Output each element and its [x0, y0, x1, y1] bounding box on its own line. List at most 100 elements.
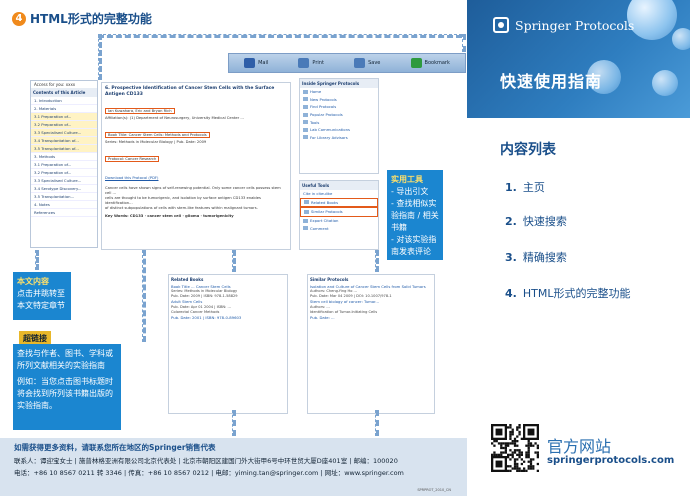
tools-line-1: - 导出引文 [391, 187, 429, 196]
tool-icon [304, 209, 309, 214]
footer-line-1: 如需获得更多资料，请联系您所在地区的Springer销售代表 [14, 443, 216, 452]
contents-item[interactable]: 3.1 Preparation of... [31, 161, 97, 169]
toolbar-mail-button[interactable]: Mail [244, 58, 268, 68]
tool-item[interactable]: Similar Protocols [300, 207, 378, 217]
page: 4 HTML形式的完整功能 Mail Print Save Bookmark Acce… [0, 0, 690, 496]
brand-banner: Springer Protocols 快速使用指南 [467, 0, 690, 118]
contents-item[interactable]: 3.5 Transplantation... [31, 193, 97, 201]
list-bullet-icon [303, 89, 308, 94]
toolbar-bookmark-button[interactable]: Bookmark [410, 58, 450, 68]
inside-title: Inside Springer Protocols [300, 79, 378, 88]
toc-item-2: 2. 快速搜索 [505, 215, 567, 228]
contents-item[interactable]: 3.4 Transplantation of... [31, 137, 97, 145]
similar-protocol-line[interactable]: Pub. Date: ... [310, 315, 432, 320]
save-icon [354, 58, 366, 68]
authors-box[interactable]: Ian Kuwahara, Eric and Bryan Rich [105, 108, 175, 115]
content-callout-text: 点击并跳转至本文特定章节 [17, 289, 65, 310]
connector [462, 34, 466, 52]
affiliation: Affiliation(s): (1) Department of Neuros… [105, 116, 244, 121]
inside-item[interactable]: Find Protocols [300, 103, 378, 111]
contents-item[interactable]: References [31, 209, 97, 217]
tool-label: Similar Protocols [311, 209, 343, 215]
inside-item[interactable]: New Protocols [300, 96, 378, 104]
inside-item[interactable]: For Library Advisors [300, 134, 378, 142]
contents-item[interactable]: 3. Methods [31, 153, 97, 161]
connector [375, 250, 379, 272]
inside-item[interactable]: Tools [300, 118, 378, 126]
connector [232, 250, 236, 272]
abstract-1: Cancer cells have shown signs of self-re… [105, 186, 281, 196]
tool-item[interactable]: Export Citation [300, 217, 378, 225]
abstract-3: of distinct subpopulations of cells with… [105, 206, 258, 211]
contents-item[interactable]: 3.5 Transplantation of... [31, 145, 97, 153]
contents-item[interactable]: 3.3 Specialised Culture... [31, 129, 97, 137]
hyperlink-callout: 查找与作者、图书、学科或所列文献相关的实验指南 例如：当您点击图书标题时将会找到… [13, 344, 121, 430]
bookmark-icon [410, 58, 422, 68]
article-preview: 6. Prospective Identification of Cancer … [101, 82, 291, 250]
official-site-url[interactable]: springerprotocols.com [547, 455, 674, 466]
tools-title: Useful Tools [300, 181, 378, 190]
tool-item[interactable]: Comment [300, 224, 378, 232]
list-bullet-icon [303, 112, 308, 117]
contents-panel: Access for you: xxxx Contents of this Ar… [30, 80, 98, 248]
list-bullet-icon [303, 97, 308, 102]
section-number: 4 [12, 11, 26, 26]
tools-callout-title: 实用工具 [391, 175, 423, 184]
molecule-decoration [627, 0, 677, 40]
tool-label: Comment [310, 225, 329, 231]
access-line: Access for you: xxxx [34, 82, 76, 87]
tool-icon [303, 226, 308, 231]
contents-item[interactable]: 3.2 Preparation of... [31, 121, 97, 129]
inside-item[interactable]: Lab Communications [300, 126, 378, 134]
inside-item-label: New Protocols [310, 96, 337, 102]
inside-item[interactable]: Home [300, 88, 378, 96]
section-heading: 4 HTML形式的完整功能 [12, 10, 152, 27]
inside-item[interactable]: Popular Protocols [300, 111, 378, 119]
tool-label: Export Citation [310, 218, 339, 224]
right-column: Springer Protocols 快速使用指南 内容列表 1. 主页 2. 快速… [467, 0, 690, 496]
related-book-line[interactable]: Pub. Date: 2001 | ISBN: 978-0-89603 [171, 315, 285, 320]
contents-item[interactable]: 4. Notes [31, 201, 97, 209]
brand-name: Springer Protocols [515, 17, 635, 33]
molecule-decoration [652, 70, 678, 96]
similar-protocols-panel: Similar Protocols Isolation and Culture … [307, 274, 435, 414]
left-column: 4 HTML形式的完整功能 Mail Print Save Bookmark Acce… [0, 0, 467, 496]
toolbar-save-button[interactable]: Save [354, 58, 380, 68]
contents-item[interactable]: 2. Materials [31, 105, 97, 113]
download-link[interactable]: Download this Protocol (PDF) [105, 176, 159, 180]
article-toolbar: Mail Print Save Bookmark [228, 53, 466, 73]
contents-item[interactable]: 3.3 Specialised Culture... [31, 177, 97, 185]
tool-label: Related Books [311, 199, 339, 205]
list-bullet-icon [303, 135, 308, 140]
list-bullet-icon [303, 104, 308, 109]
contents-item[interactable]: 1. Introduction [31, 97, 97, 105]
hyperlink-line-1: 查找与作者、图书、学科或所列文献相关的实验指南 [17, 349, 113, 370]
inside-item-label: For Library Advisors [310, 134, 348, 140]
contents-item[interactable]: 3.4 Serotype Discovery... [31, 185, 97, 193]
contents-title: Contents of this Article [31, 88, 97, 97]
contents-item[interactable]: 3.1 Preparation of... [31, 113, 97, 121]
print-icon [298, 58, 310, 68]
book-title-box[interactable]: Book Title: Cancer Stem Cells: Methods a… [105, 132, 210, 139]
tools-line-2: - 查找相似实验指南 / 相关书籍 [391, 199, 439, 232]
inside-item-label: Popular Protocols [310, 112, 343, 118]
mail-icon [244, 58, 256, 68]
inside-panel: Inside Springer Protocols Home New Protoc… [299, 78, 379, 174]
list-bullet-icon [303, 120, 308, 125]
connector [98, 34, 462, 38]
abstract-2: cells are thought to be tumorigenic, and… [105, 196, 261, 206]
tool-icon [303, 218, 308, 223]
toolbar-print-button[interactable]: Print [298, 58, 324, 68]
springer-logo: Springer Protocols [493, 17, 634, 33]
footer-code: SPRPROT_2010_CN [417, 488, 451, 492]
tools-line-3: - 对该实验指南发表评论 [391, 235, 437, 256]
related-books-title: Related Books [171, 277, 204, 282]
related-books-panel: Related Books Book Title ... Cancer Stem… [168, 274, 288, 414]
footer-line-2: 联系人：谭迎宝女士 | 施普林格亚洲有限公司北京代表处 | 北京市朝阳区建国门外… [14, 457, 398, 465]
tool-item[interactable]: Related Books [300, 197, 378, 208]
protocol-box[interactable]: Protocol: Cancer Research [105, 156, 160, 163]
similar-protocols-title: Similar Protocols [310, 277, 349, 282]
toc-item-1: 1. 主页 [505, 181, 545, 194]
contents-item[interactable]: 3.2 Preparation of... [31, 169, 97, 177]
cite-line[interactable]: Cite in citeulike [300, 190, 378, 198]
